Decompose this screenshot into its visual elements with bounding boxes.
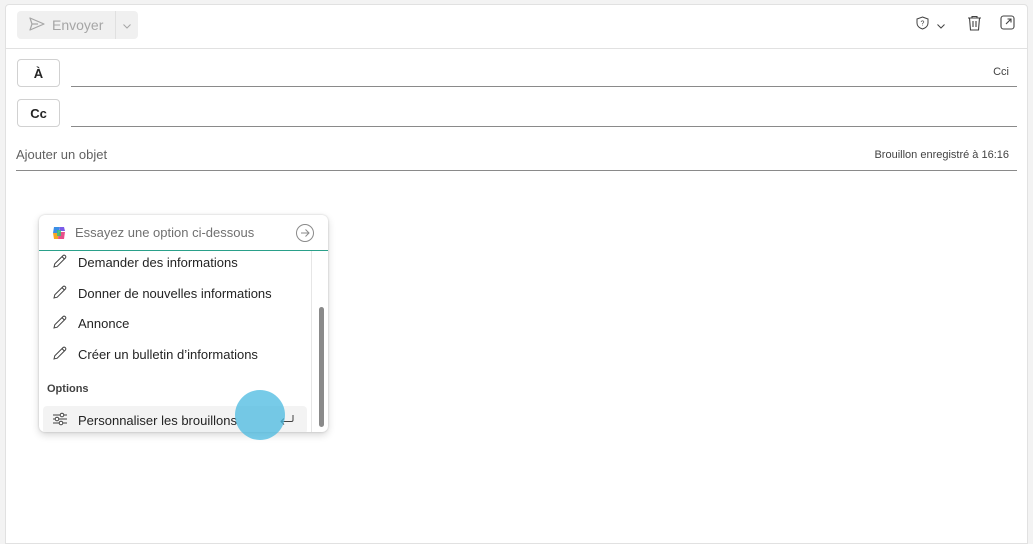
suggestion-label: Donner de nouvelles informations: [78, 285, 272, 301]
suggestion-item[interactable]: Annonce: [43, 309, 307, 337]
options-section-label: Options: [47, 383, 89, 395]
suggestion-label: Créer un bulletin d’informations: [78, 346, 258, 362]
discard-button[interactable]: [967, 15, 982, 35]
chevron-down-icon: [937, 16, 945, 34]
suggestion-label: Demander des informations: [78, 254, 238, 270]
popup-scrollbar[interactable]: [319, 307, 324, 427]
submit-arrow-icon[interactable]: [295, 223, 315, 248]
trash-icon: [967, 15, 982, 36]
compose-toolbar: Envoyer ?: [6, 5, 1027, 49]
customize-drafts-label: Personnaliser les brouillons: [78, 412, 237, 428]
sliders-icon: [52, 412, 68, 429]
to-field[interactable]: Cci: [71, 58, 1017, 87]
draft-status: Brouillon enregistré à 16:16: [874, 149, 1009, 161]
shield-icon: ?: [916, 15, 929, 35]
subject-row: Brouillon enregistré à 16:16: [16, 143, 1017, 171]
bcc-link[interactable]: Cci: [993, 66, 1009, 78]
pop-out-icon: [1000, 15, 1015, 35]
copilot-draft-popup: Demander des informations Donner de nouv…: [39, 215, 328, 432]
send-button[interactable]: Envoyer: [17, 11, 117, 39]
suggestion-item[interactable]: Donner de nouvelles informations: [43, 279, 307, 307]
to-button[interactable]: À: [17, 59, 60, 87]
cc-button[interactable]: Cc: [17, 99, 60, 127]
send-label: Envoyer: [52, 17, 104, 33]
suggestion-label: Annonce: [78, 315, 130, 331]
to-label: À: [33, 65, 44, 81]
pencil-icon: [52, 314, 68, 333]
cc-field[interactable]: [71, 98, 1017, 127]
send-button-group: Envoyer: [17, 11, 139, 39]
pointer-highlight: [235, 390, 285, 440]
suggestion-item[interactable]: Demander des informations: [43, 248, 307, 276]
cc-label: Cc: [30, 105, 47, 121]
svg-text:?: ?: [921, 20, 925, 27]
scroll-track: [311, 251, 312, 432]
chevron-down-icon: [123, 16, 132, 34]
send-options-dropdown[interactable]: [116, 11, 138, 39]
toolbar-actions: ?: [916, 15, 1015, 35]
copilot-prompt-bar: [39, 215, 328, 251]
pop-out-button[interactable]: [1000, 15, 1015, 35]
send-icon: [29, 16, 45, 34]
copilot-logo-icon: [51, 225, 67, 241]
pencil-icon: [52, 253, 68, 272]
subject-input[interactable]: [16, 147, 616, 162]
compose-window: Envoyer ? À Cci Cc Ajouter un objet Brou…: [5, 4, 1028, 544]
suggestion-item[interactable]: Créer un bulletin d’informations: [43, 340, 307, 368]
pencil-icon: [52, 284, 68, 303]
sensitivity-button[interactable]: ?: [916, 15, 945, 35]
pencil-icon: [52, 345, 68, 364]
copilot-prompt-input[interactable]: [75, 225, 285, 240]
